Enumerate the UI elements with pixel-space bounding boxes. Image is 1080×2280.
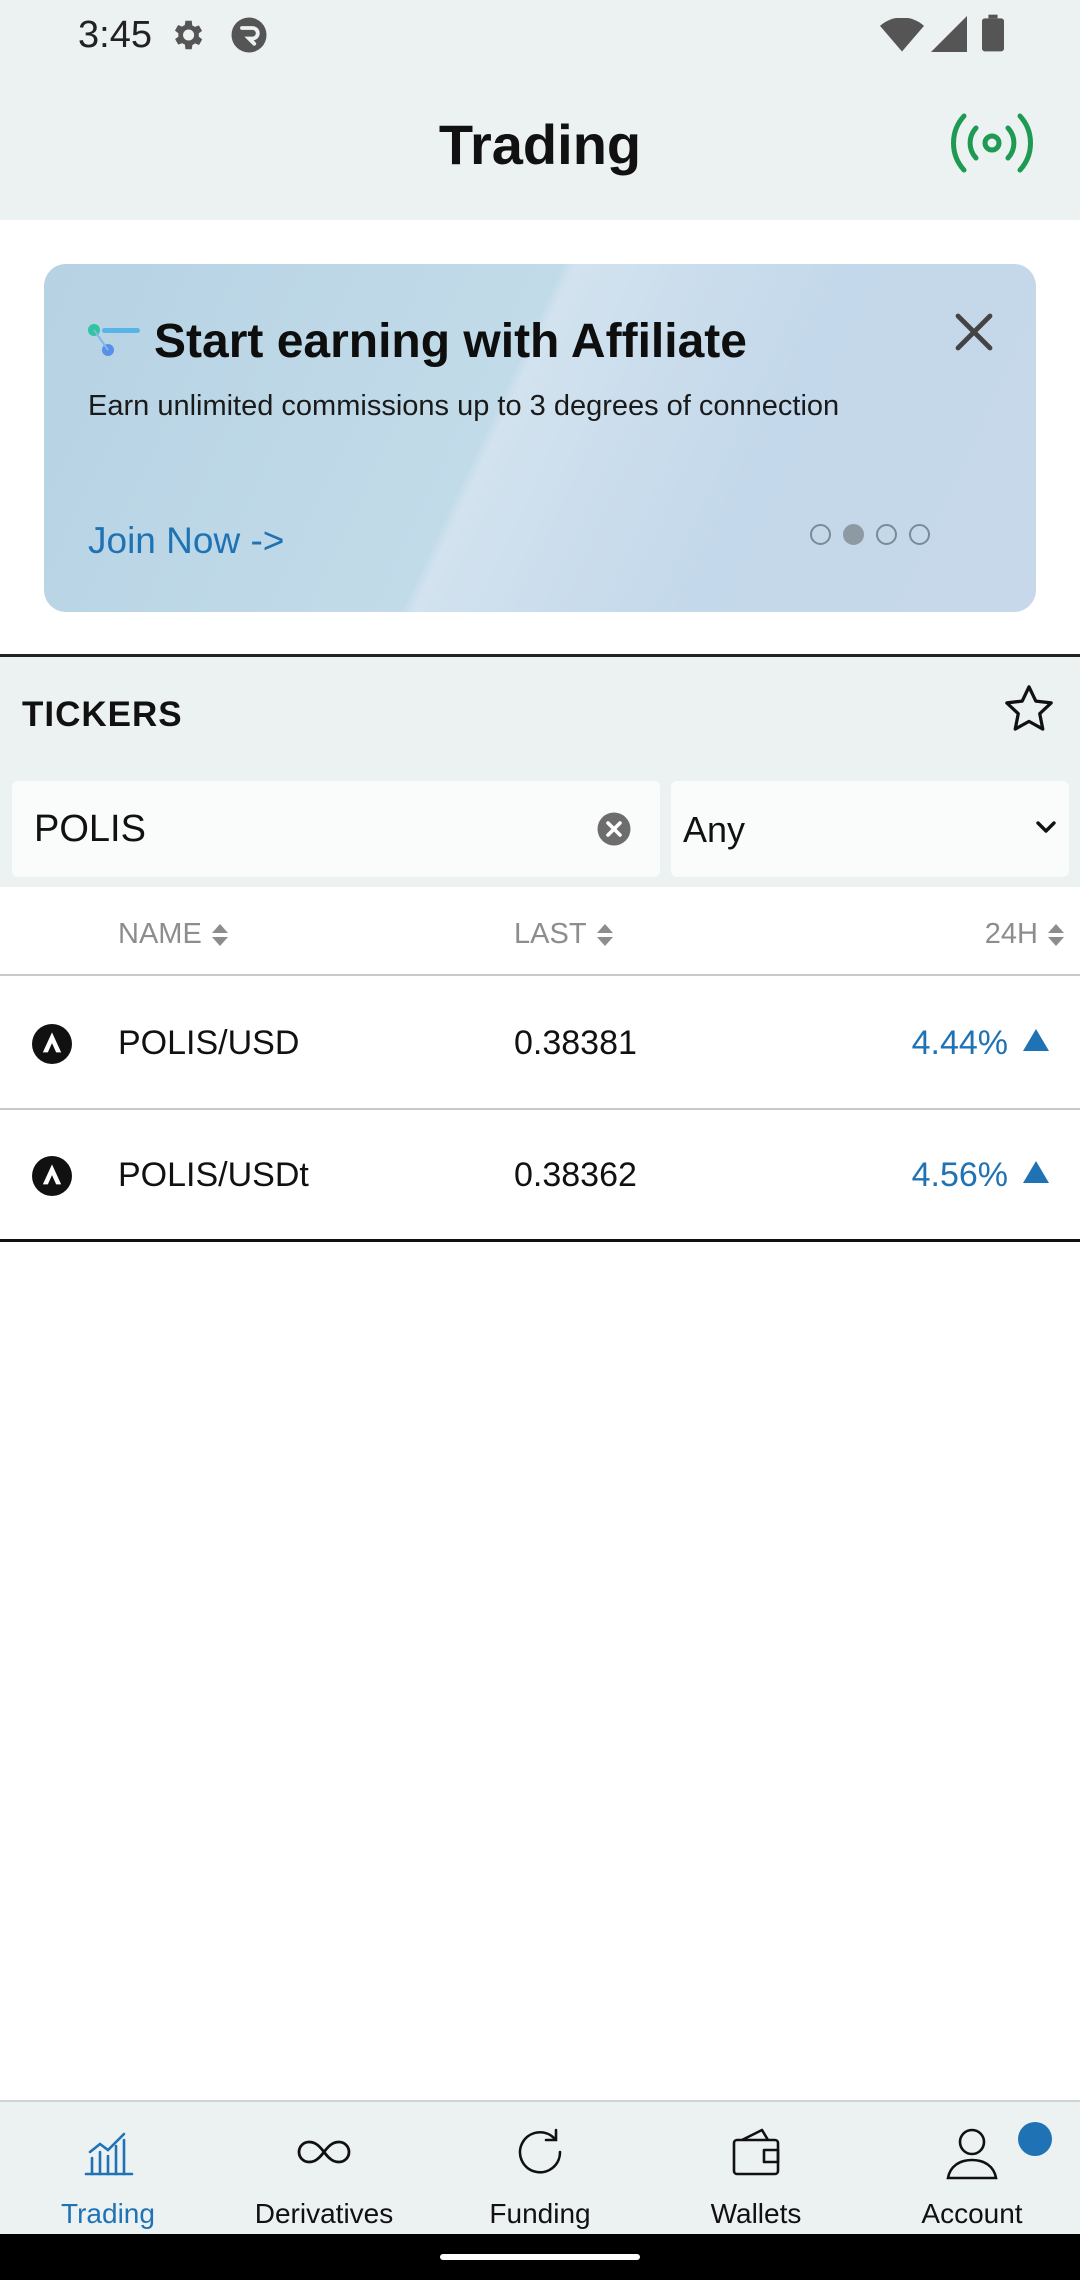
wallet-icon bbox=[732, 2128, 780, 2176]
app-header: Trading bbox=[0, 70, 1080, 220]
search-input[interactable] bbox=[34, 805, 574, 853]
ticker-24h-change: 4.56% bbox=[911, 1156, 1008, 1194]
ticker-last-price: 0.38381 bbox=[514, 1024, 637, 1062]
nav-account-label: Account bbox=[921, 2198, 1023, 2229]
triangle-up-icon bbox=[1023, 1161, 1049, 1183]
chart-icon bbox=[84, 2132, 134, 2176]
status-time: 3:45 bbox=[78, 14, 152, 56]
status-bar: 3:45 bbox=[0, 0, 1080, 70]
carousel-dot[interactable] bbox=[909, 524, 930, 545]
nav-wallets-label: Wallets bbox=[710, 2198, 802, 2229]
user-icon bbox=[946, 2128, 998, 2180]
home-gesture-handle[interactable] bbox=[440, 2254, 640, 2260]
affiliate-logo-icon bbox=[88, 324, 140, 356]
column-last-label: LAST bbox=[514, 918, 587, 950]
sort-by-last[interactable]: LAST bbox=[514, 918, 615, 951]
nav-trading-label: Trading bbox=[61, 2198, 155, 2229]
nav-funding-label: Funding bbox=[489, 2198, 591, 2229]
carousel-indicator bbox=[810, 524, 930, 545]
ticker-row[interactable]: POLIS/USDt 0.38362 4.56% bbox=[0, 1110, 1080, 1242]
tickers-title: TICKERS bbox=[22, 695, 183, 734]
page-title: Trading bbox=[438, 113, 642, 176]
live-connection-icon[interactable] bbox=[946, 108, 1038, 178]
column-name-label: NAME bbox=[118, 918, 202, 950]
sort-by-name[interactable]: NAME bbox=[118, 918, 230, 951]
nav-account[interactable]: Account bbox=[864, 2102, 1080, 2236]
join-now-link[interactable]: Join Now -> bbox=[88, 520, 284, 562]
ticker-24h-change: 4.44% bbox=[911, 1024, 1008, 1062]
carousel-dot-active[interactable] bbox=[843, 524, 864, 545]
infinity-icon bbox=[297, 2140, 351, 2164]
tickers-header: TICKERS Any bbox=[0, 657, 1080, 887]
favorites-star-icon[interactable] bbox=[1000, 681, 1058, 737]
refresh-icon bbox=[518, 2128, 562, 2174]
wifi-icon bbox=[880, 18, 924, 52]
ticker-table-header: NAME LAST 24H bbox=[0, 888, 1080, 976]
nav-funding[interactable]: Funding bbox=[432, 2102, 648, 2236]
sort-icon bbox=[211, 923, 228, 946]
market-filter-select[interactable]: Any bbox=[671, 781, 1069, 877]
system-gesture-bar bbox=[0, 2234, 1080, 2280]
nav-trading[interactable]: Trading bbox=[0, 2102, 216, 2236]
nav-derivatives-label: Derivatives bbox=[254, 2198, 394, 2229]
sort-icon bbox=[596, 923, 613, 946]
settings-gear-icon bbox=[174, 20, 203, 50]
sort-icon bbox=[1048, 923, 1064, 946]
ticker-last-price: 0.38362 bbox=[514, 1156, 637, 1194]
carousel-dot[interactable] bbox=[876, 524, 897, 545]
notification-badge bbox=[1018, 2122, 1052, 2156]
affiliate-banner[interactable]: Start earning with Affiliate Earn unlimi… bbox=[44, 264, 1036, 612]
app-sync-icon bbox=[231, 17, 267, 53]
close-icon[interactable] bbox=[950, 308, 998, 356]
clear-search-icon[interactable] bbox=[596, 811, 632, 847]
ticker-pair: POLIS/USD bbox=[118, 1024, 300, 1062]
banner-subtitle: Earn unlimited commissions up to 3 degre… bbox=[88, 390, 840, 422]
banner-title: Start earning with Affiliate bbox=[154, 315, 747, 368]
market-filter-value: Any bbox=[683, 809, 746, 850]
battery-icon bbox=[982, 14, 1004, 52]
polis-coin-icon bbox=[32, 1024, 72, 1064]
ticker-pair: POLIS/USDt bbox=[118, 1156, 309, 1194]
nav-wallets[interactable]: Wallets bbox=[648, 2102, 864, 2236]
chevron-down-icon bbox=[1036, 821, 1056, 833]
bottom-navigation: Trading Derivatives Funding Wallets Acco… bbox=[0, 2100, 1080, 2234]
carousel-dot[interactable] bbox=[810, 524, 831, 545]
triangle-up-icon bbox=[1023, 1029, 1049, 1051]
nav-derivatives[interactable]: Derivatives bbox=[216, 2102, 432, 2236]
sort-by-24h[interactable]: 24H bbox=[985, 918, 1066, 951]
ticker-row[interactable]: POLIS/USD 0.38381 4.44% bbox=[0, 978, 1080, 1110]
column-24h-label: 24H bbox=[984, 918, 1038, 950]
polis-coin-icon bbox=[32, 1156, 72, 1196]
signal-icon bbox=[931, 16, 967, 52]
search-field bbox=[12, 781, 660, 877]
